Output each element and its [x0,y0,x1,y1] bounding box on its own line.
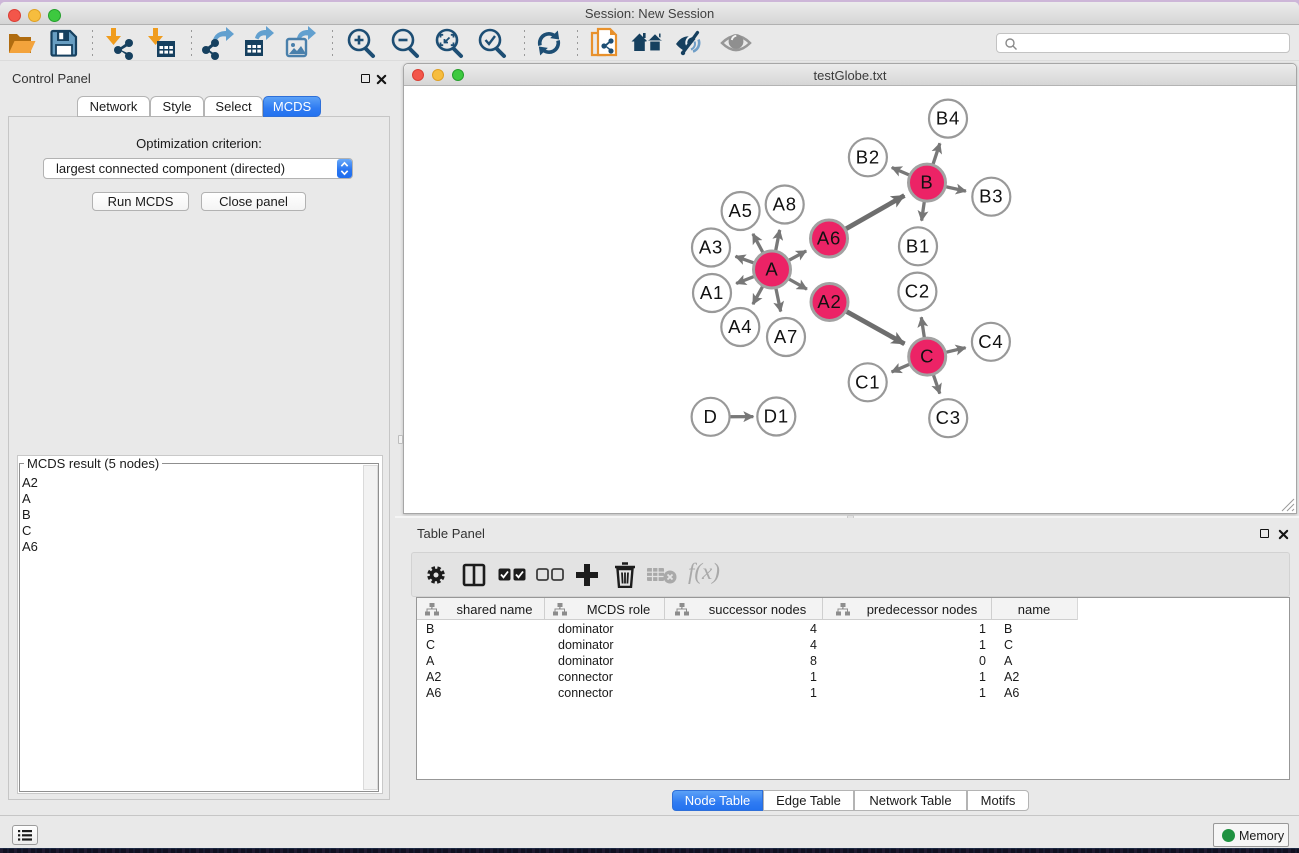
svg-text:A5: A5 [728,200,752,221]
svg-text:C: C [920,346,934,367]
svg-text:A8: A8 [773,194,797,215]
svg-text:A3: A3 [699,237,723,258]
svg-text:A: A [765,259,778,280]
svg-text:D1: D1 [764,406,789,427]
svg-text:B2: B2 [856,146,880,167]
svg-text:A2: A2 [817,291,841,312]
svg-text:B3: B3 [979,186,1003,207]
svg-text:B: B [920,172,933,193]
svg-text:D: D [704,406,718,427]
svg-text:A7: A7 [774,326,798,347]
svg-text:C3: C3 [936,407,961,428]
svg-text:A4: A4 [728,316,752,337]
svg-text:A1: A1 [700,282,724,303]
svg-text:C2: C2 [905,281,930,302]
svg-text:C4: C4 [978,331,1003,352]
svg-text:B4: B4 [936,108,960,129]
svg-text:A6: A6 [817,228,841,249]
svg-text:B1: B1 [906,235,930,256]
svg-text:C1: C1 [855,371,880,392]
